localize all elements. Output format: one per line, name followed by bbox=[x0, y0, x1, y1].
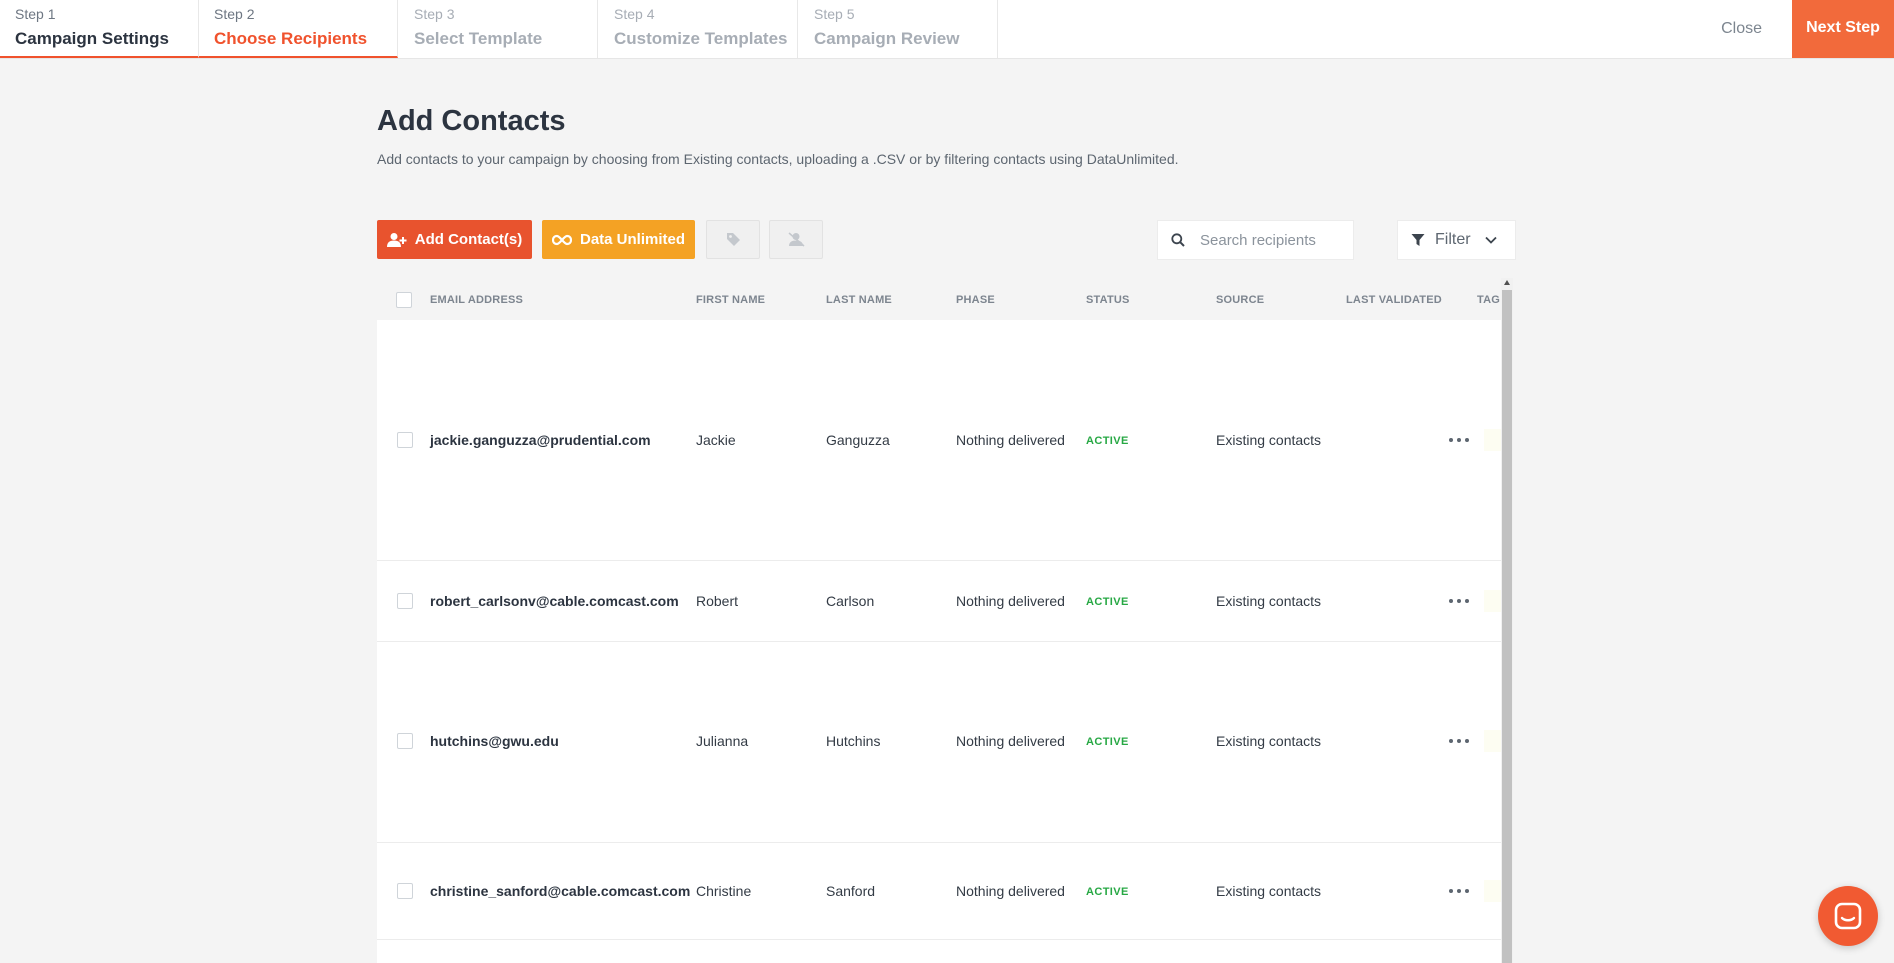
table-row[interactable]: christine_sanford@cable.comcast.com Chri… bbox=[377, 843, 1501, 940]
row-first-name: Robert bbox=[696, 593, 739, 609]
infinity-icon bbox=[551, 234, 572, 245]
row-email: hutchins@gwu.edu bbox=[430, 733, 559, 749]
select-all-checkbox[interactable] bbox=[396, 292, 412, 308]
row-last-name: Ganguzza bbox=[826, 432, 890, 448]
scrollbar-thumb[interactable] bbox=[1502, 290, 1512, 963]
more-options-icon[interactable] bbox=[1448, 596, 1472, 606]
row-checkbox[interactable] bbox=[397, 883, 413, 899]
chat-launcher-button[interactable] bbox=[1818, 886, 1878, 946]
status-badge: ACTIVE bbox=[1086, 886, 1129, 898]
tag-cell bbox=[1484, 730, 1501, 752]
row-checkbox[interactable] bbox=[397, 733, 413, 749]
row-source: Existing contacts bbox=[1216, 432, 1322, 448]
step-name: Choose Recipients bbox=[214, 29, 368, 48]
contacts-table-body: jackie.ganguzza@prudential.com Jackie Ga… bbox=[377, 320, 1501, 963]
step-number: Step 5 bbox=[814, 6, 855, 22]
row-phase: Nothing delivered bbox=[956, 432, 1065, 448]
column-tag[interactable]: TAG bbox=[1477, 294, 1500, 306]
column-phase[interactable]: PHASE bbox=[956, 294, 995, 306]
row-source: Existing contacts bbox=[1216, 883, 1322, 899]
tag-button[interactable] bbox=[706, 220, 760, 259]
remove-contact-button[interactable] bbox=[769, 220, 823, 259]
close-button[interactable]: Close bbox=[1721, 0, 1762, 57]
column-source[interactable]: SOURCE bbox=[1216, 294, 1264, 306]
table-row[interactable]: jackie.ganguzza@prudential.com Jackie Ga… bbox=[377, 320, 1501, 561]
page-description: Add contacts to your campaign by choosin… bbox=[377, 151, 1179, 167]
column-last-name[interactable]: LAST NAME bbox=[826, 294, 892, 306]
step-name: Select Template bbox=[414, 29, 543, 48]
tag-cell bbox=[1484, 429, 1501, 451]
step-number: Step 3 bbox=[414, 6, 455, 22]
row-first-name: Christine bbox=[696, 883, 752, 899]
step-name: Customize Templates bbox=[614, 29, 788, 48]
more-options-icon[interactable] bbox=[1448, 736, 1472, 746]
row-email: christine_sanford@cable.comcast.com bbox=[430, 883, 691, 899]
step-campaign-review[interactable]: Step 5 Campaign Review bbox=[799, 0, 998, 58]
row-source: Existing contacts bbox=[1216, 733, 1322, 749]
row-email: robert_carlsonv@cable.comcast.com bbox=[430, 593, 679, 609]
table-row[interactable]: robert_carlsonv@cable.comcast.com Robert… bbox=[377, 561, 1501, 642]
status-badge: ACTIVE bbox=[1086, 435, 1129, 447]
chat-icon bbox=[1834, 902, 1862, 930]
row-phase: Nothing delivered bbox=[956, 593, 1065, 609]
campaign-stepper: Step 1 Campaign Settings Step 2 Choose R… bbox=[0, 0, 1894, 59]
add-contacts-label: Add Contact(s) bbox=[414, 231, 523, 248]
page-title: Add Contacts bbox=[377, 105, 566, 137]
table-header: EMAIL ADDRESS FIRST NAME LAST NAME PHASE… bbox=[377, 280, 1501, 320]
column-last-validated[interactable]: LAST VALIDATED bbox=[1346, 294, 1442, 306]
step-number: Step 2 bbox=[214, 6, 255, 22]
step-customize-templates[interactable]: Step 4 Customize Templates bbox=[599, 0, 798, 58]
scroll-up-arrow-icon[interactable] bbox=[1504, 280, 1510, 285]
row-checkbox[interactable] bbox=[397, 432, 413, 448]
step-name: Campaign Review bbox=[814, 29, 960, 48]
step-name: Campaign Settings bbox=[15, 29, 169, 48]
chevron-down-icon bbox=[1484, 236, 1497, 244]
search-input[interactable] bbox=[1198, 230, 1342, 250]
row-email: jackie.ganguzza@prudential.com bbox=[430, 432, 651, 448]
row-first-name: Julianna bbox=[696, 733, 749, 749]
column-email[interactable]: EMAIL ADDRESS bbox=[430, 294, 523, 306]
status-badge: ACTIVE bbox=[1086, 596, 1129, 608]
row-phase: Nothing delivered bbox=[956, 733, 1065, 749]
table-scrollbar[interactable] bbox=[1501, 278, 1513, 963]
row-last-name: Hutchins bbox=[826, 733, 881, 749]
filter-label: Filter bbox=[1435, 231, 1471, 248]
row-last-name: Carlson bbox=[826, 593, 875, 609]
table-row[interactable] bbox=[377, 940, 1501, 963]
row-first-name: Jackie bbox=[696, 432, 736, 448]
column-first-name[interactable]: FIRST NAME bbox=[696, 294, 765, 306]
tag-cell bbox=[1484, 880, 1501, 902]
data-unlimited-label: Data Unlimited bbox=[579, 231, 685, 248]
more-options-icon[interactable] bbox=[1448, 435, 1472, 445]
step-choose-recipients[interactable]: Step 2 Choose Recipients bbox=[199, 0, 398, 58]
step-number: Step 1 bbox=[15, 6, 56, 22]
filter-icon bbox=[1411, 234, 1425, 246]
remove-user-icon bbox=[788, 232, 804, 247]
add-contacts-button[interactable]: Add Contact(s) bbox=[377, 220, 532, 259]
filter-dropdown[interactable]: Filter bbox=[1397, 220, 1516, 260]
tag-icon bbox=[726, 233, 740, 246]
row-phase: Nothing delivered bbox=[956, 883, 1065, 899]
step-select-template[interactable]: Step 3 Select Template bbox=[399, 0, 598, 58]
next-step-button[interactable]: Next Step bbox=[1792, 0, 1894, 58]
row-checkbox[interactable] bbox=[397, 593, 413, 609]
status-badge: ACTIVE bbox=[1086, 736, 1129, 748]
table-row[interactable]: hutchins@gwu.edu Julianna Hutchins Nothi… bbox=[377, 642, 1501, 843]
more-options-icon[interactable] bbox=[1448, 886, 1472, 896]
data-unlimited-button[interactable]: Data Unlimited bbox=[542, 220, 695, 259]
tag-cell bbox=[1484, 590, 1501, 612]
search-icon bbox=[1171, 233, 1185, 247]
step-campaign-settings[interactable]: Step 1 Campaign Settings bbox=[0, 0, 199, 58]
add-user-icon bbox=[386, 232, 407, 247]
row-source: Existing contacts bbox=[1216, 593, 1322, 609]
step-number: Step 4 bbox=[614, 6, 655, 22]
column-status[interactable]: STATUS bbox=[1086, 294, 1130, 306]
search-box[interactable] bbox=[1157, 220, 1354, 260]
row-last-name: Sanford bbox=[826, 883, 876, 899]
